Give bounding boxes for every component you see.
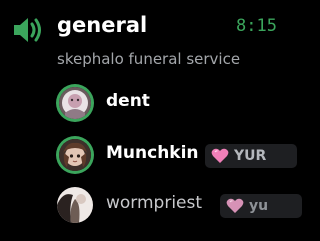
activity-text: YUR	[234, 148, 267, 164]
activity-badge[interactable]: YUR	[205, 144, 297, 168]
channel-name[interactable]: general	[57, 13, 147, 37]
member-name[interactable]: dent	[106, 91, 150, 111]
activity-badge[interactable]: yu	[220, 194, 302, 218]
voice-channel-header[interactable]: general 8:15 skephalo funeral service	[0, 0, 302, 80]
speaker-icon	[14, 18, 41, 42]
activity-text: yu	[249, 198, 269, 214]
voice-channel-panel: general 8:15 skephalo funeral service de…	[0, 0, 302, 241]
avatar-image	[59, 139, 91, 171]
avatar-image	[59, 87, 91, 119]
avatar[interactable]	[59, 139, 91, 171]
member-name[interactable]: Munchkin	[106, 143, 199, 163]
voice-member-munchkin[interactable]: Munchkin YUR	[52, 133, 302, 177]
voice-member-wormpriest[interactable]: wormpriest yu	[52, 183, 302, 227]
avatar[interactable]	[57, 187, 93, 223]
voice-member-dent[interactable]: dent	[52, 81, 302, 125]
avatar[interactable]	[59, 87, 91, 119]
avatar-image	[57, 187, 93, 223]
member-name[interactable]: wormpriest	[106, 193, 202, 213]
heart-icon	[211, 148, 229, 163]
channel-topic: skephalo funeral service	[57, 50, 241, 68]
heart-icon	[226, 198, 244, 213]
elapsed-time: 8:15	[236, 16, 277, 36]
